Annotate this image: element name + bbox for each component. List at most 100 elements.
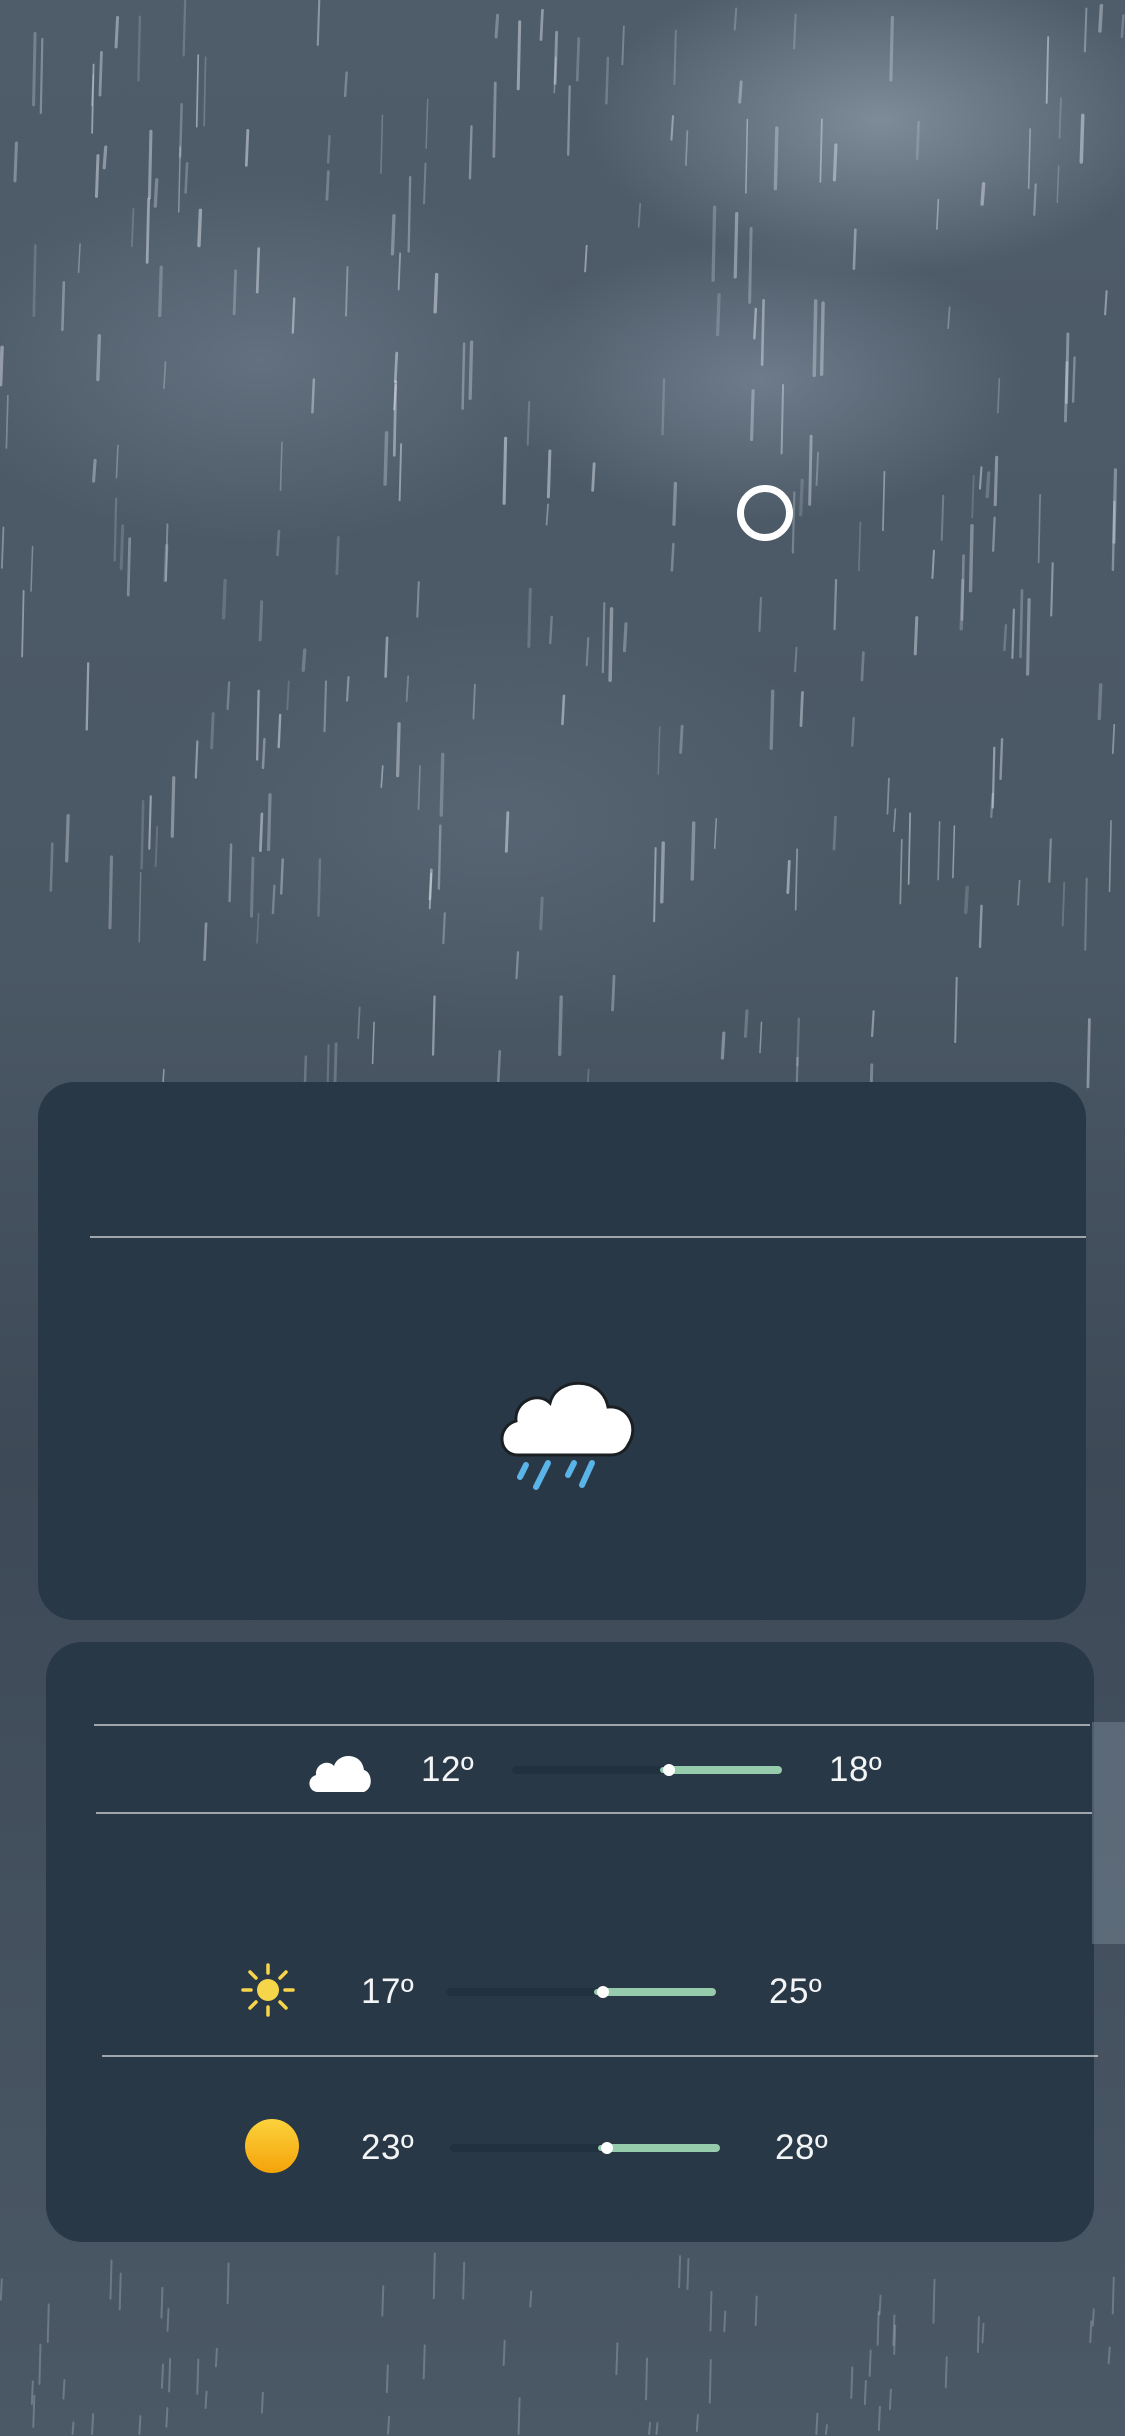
rain-streak [545, 503, 549, 526]
rain-streak [1019, 588, 1024, 659]
rain-streak [553, 30, 559, 85]
rain-streak [442, 912, 446, 945]
rain-streak [345, 675, 350, 702]
daily-row[interactable]: 17º 25º [0, 1960, 1125, 2020]
rain-streak [145, 197, 151, 264]
daily-row[interactable]: 23º 28º [0, 2116, 1125, 2176]
temperature-range-bar [446, 1986, 716, 1998]
rain-streak [723, 2310, 727, 2333]
rain-streak [832, 815, 837, 851]
rain-streak [92, 458, 97, 483]
sun-outline-icon [241, 1963, 295, 2017]
rain-streak [892, 2314, 896, 2347]
rain-streak [21, 589, 25, 658]
rain-streak [978, 904, 983, 949]
rain-streak [791, 491, 796, 554]
temperature-range-fill [602, 1988, 716, 1996]
rain-streak [280, 858, 284, 895]
rain-streak [259, 812, 264, 853]
rain-streak [137, 15, 142, 82]
rain-streak [515, 951, 520, 980]
rain-streak [249, 856, 255, 918]
high-temperature: 28º [775, 2128, 829, 2167]
rain-streak [357, 1006, 361, 1039]
rain-streak [645, 2357, 649, 2401]
rain-streak [812, 299, 818, 378]
rain-streak [709, 2290, 713, 2332]
rain-streak [387, 2415, 391, 2435]
rain-streak [615, 2342, 619, 2376]
rain-streak [882, 470, 886, 532]
rain-streak [61, 281, 66, 332]
rain-streak [575, 37, 581, 82]
rain-streak [1107, 2346, 1111, 2365]
rain-streak [748, 227, 753, 304]
rain-streak [999, 737, 1004, 781]
rain-streak [113, 497, 118, 562]
rain-streak [549, 615, 553, 645]
rain-streak [256, 689, 260, 761]
rain-streak [277, 713, 282, 749]
rain-streak [1084, 877, 1088, 951]
rain-streak [952, 825, 956, 879]
rain-streak [326, 134, 331, 164]
rain-streak [432, 2252, 436, 2300]
rain-streak [255, 247, 261, 294]
daily-row[interactable]: 12º 18º [0, 1738, 1125, 1798]
rain-streak [753, 307, 758, 340]
rain-streak [954, 976, 958, 1044]
rain-streak [733, 7, 738, 31]
rain-streak [204, 2390, 208, 2410]
rain-streak [673, 29, 677, 86]
rain-streak [1111, 723, 1116, 755]
rain-streak [794, 646, 798, 673]
rain-streak [793, 13, 797, 50]
rain-streak [963, 885, 969, 915]
rain-streak [62, 2379, 66, 2400]
rain-streak [496, 1049, 502, 1083]
rain-streak [585, 637, 590, 667]
rain-streak [138, 2415, 142, 2435]
rain-streak [876, 2311, 880, 2346]
rain-streak [1083, 7, 1088, 53]
rain-streak [648, 2421, 652, 2435]
rain-streak [907, 812, 911, 885]
daily-card-top-divider [94, 1724, 1090, 1726]
rain-streak [786, 859, 791, 894]
rain-streak [815, 451, 819, 486]
rain-streak [0, 345, 4, 387]
rain-streak [637, 202, 642, 228]
rain-streak [244, 129, 250, 167]
rain-streak [468, 340, 474, 400]
rain-streak [140, 800, 145, 870]
rain-streak [286, 680, 290, 711]
rain-streak [398, 443, 403, 502]
rain-streak [416, 581, 420, 618]
adjacent-card-edge [1092, 1722, 1125, 1944]
sun-disc-icon [245, 2119, 299, 2173]
rain-streak [323, 680, 328, 733]
rain-streak [539, 8, 544, 41]
rain-streak [1056, 165, 1060, 203]
rain-streak [517, 2397, 521, 2435]
rain-streak [148, 795, 152, 850]
rain-streak [0, 526, 5, 569]
rain-streak [431, 995, 436, 1056]
rain-streak [405, 675, 410, 702]
rain-streak [194, 740, 199, 779]
rain-streak [221, 578, 227, 620]
rain-streak [608, 607, 614, 683]
rain-streak [1098, 3, 1104, 33]
rain-streak [889, 15, 894, 82]
rain-streak [1003, 624, 1008, 652]
rain-streak [733, 211, 739, 279]
rain-streak [182, 0, 187, 57]
rain-streak [91, 63, 95, 134]
rain-streak [407, 175, 412, 253]
rain-streak [384, 636, 389, 678]
location-marker-icon[interactable] [737, 485, 793, 541]
low-temperature: 23º [361, 2128, 415, 2167]
rain-streak [1086, 1018, 1091, 1089]
rain-streak [527, 587, 532, 648]
rain-streak [833, 578, 838, 631]
